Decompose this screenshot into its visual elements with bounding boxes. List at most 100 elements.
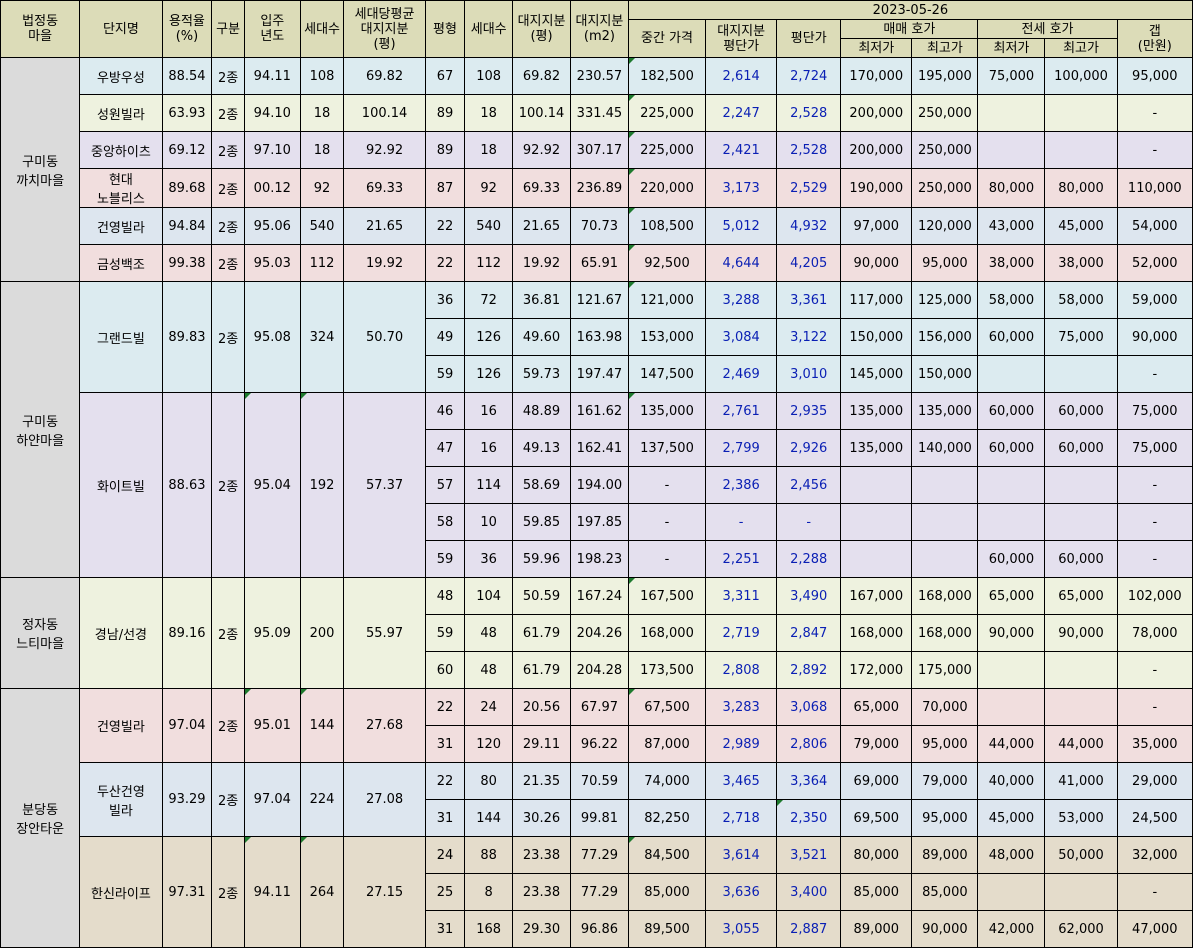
table-body: 구미동 까치마을 우방우성 88.54 2종 94.11 108 69.82 67 108 69.8… bbox=[0, 57, 1193, 948]
floor-area-ratio: 88.54 bbox=[161, 57, 213, 95]
jeonse-min bbox=[977, 466, 1046, 504]
sale-max: 95,000 bbox=[911, 244, 979, 282]
mid-price: - bbox=[627, 503, 707, 541]
region-cell: 구미동 하얀마을 bbox=[0, 281, 81, 578]
gap: 110,000 bbox=[1116, 168, 1193, 208]
region-cell: 구미동 까치마을 bbox=[0, 57, 81, 282]
land-share-pyeong: 61.79 bbox=[512, 651, 571, 689]
land-share-m2: 121.67 bbox=[569, 281, 629, 319]
zone-type: 2종 bbox=[211, 762, 245, 837]
pyeong-size: 59 bbox=[424, 355, 466, 393]
gap: 52,000 bbox=[1116, 244, 1193, 282]
jeonse-max bbox=[1044, 503, 1118, 541]
land-price-per-pyeong: 2,719 bbox=[705, 614, 778, 652]
price-per-pyeong: 3,361 bbox=[776, 281, 842, 319]
gap: 32,000 bbox=[1116, 836, 1193, 874]
jeonse-max: 90,000 bbox=[1044, 614, 1118, 652]
gap: 102,000 bbox=[1116, 577, 1193, 615]
jeonse-max: 60,000 bbox=[1044, 392, 1118, 430]
land-share-pyeong: 100.14 bbox=[512, 94, 571, 132]
price-per-pyeong: 2,456 bbox=[776, 466, 842, 504]
pyeong-size: 22 bbox=[424, 762, 466, 800]
avg-land-share: 57.37 bbox=[343, 392, 426, 578]
price-per-pyeong: 2,528 bbox=[776, 94, 842, 132]
complex-name: 건영빌라 bbox=[79, 207, 163, 245]
sale-min: 80,000 bbox=[840, 836, 913, 874]
header-built: 입주 년도 bbox=[243, 0, 301, 58]
complex-name: 우방우성 bbox=[79, 57, 163, 95]
move-in-year: 94.10 bbox=[243, 94, 301, 132]
gap: - bbox=[1116, 651, 1193, 689]
land-price-per-pyeong: 2,614 bbox=[705, 57, 778, 95]
avg-land-share: 55.97 bbox=[343, 577, 426, 689]
pyeong-size: 47 bbox=[424, 429, 466, 467]
zone-type: 2종 bbox=[211, 168, 245, 208]
pyeong-size: 22 bbox=[424, 688, 466, 726]
sale-min bbox=[840, 466, 913, 504]
zone-type: 2종 bbox=[211, 131, 245, 169]
mid-price: - bbox=[627, 466, 707, 504]
jeonse-max: 38,000 bbox=[1044, 244, 1118, 282]
type-units: 92 bbox=[464, 168, 514, 208]
land-price-per-pyeong: 2,799 bbox=[705, 429, 778, 467]
floor-area-ratio: 88.63 bbox=[161, 392, 213, 578]
gap: - bbox=[1116, 94, 1193, 132]
sale-max: 95,000 bbox=[911, 799, 979, 837]
sale-max: 250,000 bbox=[911, 94, 979, 132]
mid-price: 225,000 bbox=[627, 94, 707, 132]
mid-price: 121,000 bbox=[627, 281, 707, 319]
jeonse-max bbox=[1044, 688, 1118, 726]
mid-price: 182,500 bbox=[627, 57, 707, 95]
avg-land-share: 27.68 bbox=[343, 688, 426, 763]
table-header: 법정동 마을 단지명 용적율 (%) 구분 입주 년도 세대수 세대당평균 대지지분 (평… bbox=[0, 0, 1193, 58]
gap: 75,000 bbox=[1116, 429, 1193, 467]
jeonse-min: 48,000 bbox=[977, 836, 1046, 874]
gap: 54,000 bbox=[1116, 207, 1193, 245]
type-units: 18 bbox=[464, 94, 514, 132]
jeonse-min bbox=[977, 651, 1046, 689]
sale-min: 150,000 bbox=[840, 318, 913, 356]
sale-max: 168,000 bbox=[911, 577, 979, 615]
jeonse-max bbox=[1044, 651, 1118, 689]
mid-price: 87,000 bbox=[627, 725, 707, 763]
land-share-pyeong: 20.56 bbox=[512, 688, 571, 726]
mid-price: 67,500 bbox=[627, 688, 707, 726]
table-row: 구미동 까치마을 우방우성 88.54 2종 94.11 108 69.82 67 108 69.8… bbox=[0, 57, 1193, 282]
land-share-pyeong: 69.82 bbox=[512, 57, 571, 95]
jeonse-max bbox=[1044, 131, 1118, 169]
price-per-pyeong: 2,887 bbox=[776, 910, 842, 948]
move-in-year: 95.01 bbox=[243, 688, 301, 763]
pyeong-size: 57 bbox=[424, 466, 466, 504]
land-share-pyeong: 29.30 bbox=[512, 910, 571, 948]
price-per-pyeong: 3,400 bbox=[776, 873, 842, 911]
land-share-pyeong: 23.38 bbox=[512, 836, 571, 874]
land-share-pyeong: 61.79 bbox=[512, 614, 571, 652]
table-row: 한신라이프 97.31 2종 94.11 264 27.15 24 88 23.38 77.29 8… bbox=[1, 836, 1193, 948]
gap: - bbox=[1116, 540, 1193, 578]
move-in-year: 97.04 bbox=[243, 762, 301, 837]
mid-price: 147,500 bbox=[627, 355, 707, 393]
jeonse-min: 60,000 bbox=[977, 540, 1046, 578]
jeonse-max: 60,000 bbox=[1044, 540, 1118, 578]
land-share-pyeong: 36.81 bbox=[512, 281, 571, 319]
sale-min: 117,000 bbox=[840, 281, 913, 319]
land-share-pyeong: 21.35 bbox=[512, 762, 571, 800]
mid-price: 74,000 bbox=[627, 762, 707, 800]
land-share-pyeong: 50.59 bbox=[512, 577, 571, 615]
land-share-m2: 204.28 bbox=[569, 651, 629, 689]
jeonse-max: 45,000 bbox=[1044, 207, 1118, 245]
header-land-share-m2: 대지지분 (m2) bbox=[569, 0, 629, 58]
gap: 95,000 bbox=[1116, 57, 1193, 95]
land-share-pyeong: 19.92 bbox=[512, 244, 571, 282]
sale-max bbox=[911, 503, 979, 541]
table-row: 구미동 하얀마을 그랜드빌 89.83 2종 95.08 324 50.70 36 72 36.81… bbox=[0, 281, 1193, 578]
move-in-year: 95.03 bbox=[243, 244, 301, 282]
land-share-pyeong: 21.65 bbox=[512, 207, 571, 245]
land-price-per-pyeong: 2,469 bbox=[705, 355, 778, 393]
price-per-pyeong: 2,288 bbox=[776, 540, 842, 578]
zone-type: 2종 bbox=[211, 94, 245, 132]
complex-name: 화이트빌 bbox=[79, 392, 163, 578]
land-share-pyeong: 49.60 bbox=[512, 318, 571, 356]
header-units: 세대수 bbox=[299, 0, 345, 58]
gap: 35,000 bbox=[1116, 725, 1193, 763]
